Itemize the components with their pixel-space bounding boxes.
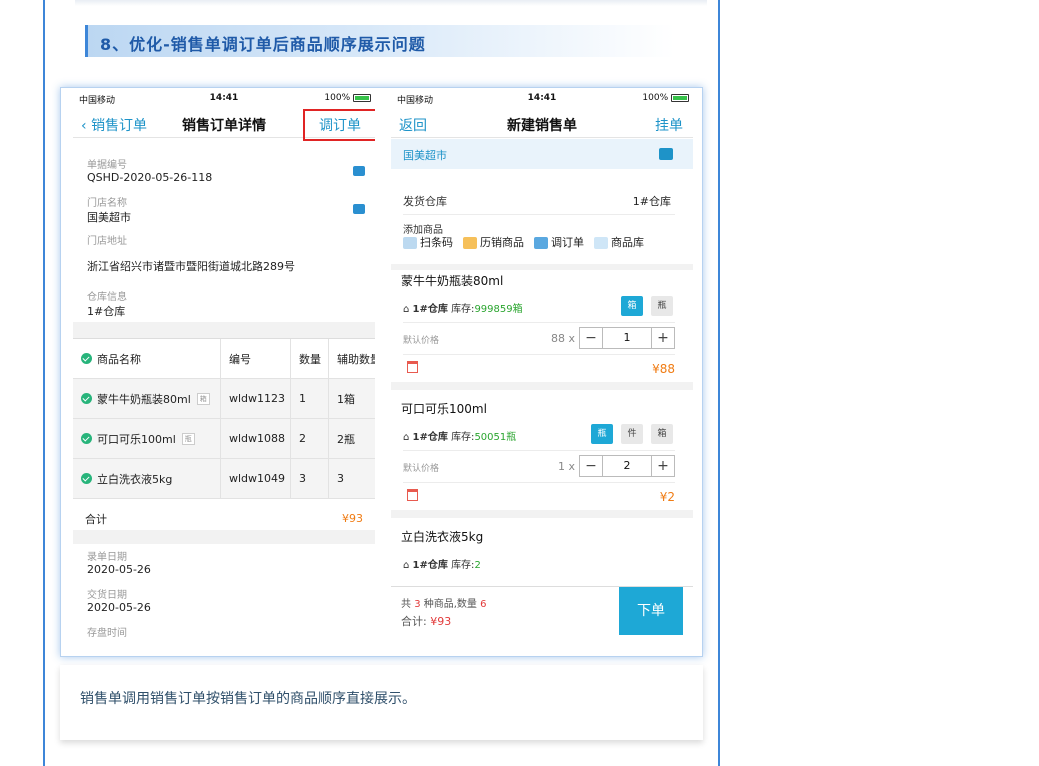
section-title: 8、优化-销售单调订单后商品顺序展示问题	[100, 35, 426, 54]
line-amount: ¥88	[652, 362, 675, 376]
divider	[403, 482, 675, 483]
summary-total: 合计: ¥93	[401, 615, 452, 628]
product-name: 蒙牛牛奶瓶装80ml	[401, 274, 504, 288]
ship-warehouse-value[interactable]: 1#仓库	[633, 193, 671, 209]
hold-order-button[interactable]: 挂单	[655, 115, 683, 135]
quantity-input[interactable]: 2	[603, 455, 651, 477]
section-divider	[391, 382, 693, 390]
divider	[403, 214, 675, 215]
check-icon	[81, 433, 92, 444]
top-divider	[75, 0, 707, 6]
barcode-icon	[403, 237, 417, 249]
table-row[interactable]: 蒙牛牛奶瓶装80ml 箱 wldw1123 1 1箱	[73, 379, 375, 419]
library-icon	[594, 237, 608, 249]
delete-icon[interactable]	[407, 489, 418, 501]
page-title: 新建销售单	[507, 118, 577, 134]
decrease-button[interactable]: −	[579, 455, 603, 477]
quantity-input[interactable]: 1	[603, 327, 651, 349]
nav-bar: ‹ 销售订单 销售订单详情 调订单	[73, 108, 375, 141]
history-icon	[463, 237, 477, 249]
product-stock: ⌂ 1#仓库 库存:999859箱	[403, 304, 523, 315]
doc-no-field: 单据编号 QSHD-2020-05-26-118	[87, 160, 213, 184]
section-divider	[73, 322, 375, 338]
check-icon	[81, 473, 92, 484]
address-value: 浙江省绍兴市诸暨市暨阳街道城北路289号	[87, 260, 295, 273]
unit-chip[interactable]: 箱	[651, 424, 673, 444]
caption-text: 销售单调用销售订单按销售订单的商品顺序直接展示。	[80, 691, 416, 707]
store-selector[interactable]: 国美超市	[391, 139, 693, 169]
unit-chip[interactable]: 箱	[621, 296, 643, 316]
delivery-date-field: 交货日期 2020-05-26	[87, 590, 151, 614]
check-icon	[81, 353, 92, 364]
decrease-button[interactable]: −	[579, 327, 603, 349]
line-amount: ¥2	[659, 490, 675, 504]
table-row[interactable]: 可口可乐100ml 瓶 wldw1088 2 2瓶	[73, 419, 375, 459]
store-icon	[659, 148, 673, 160]
battery-icon	[671, 93, 689, 102]
divider	[403, 354, 675, 355]
price-label: 默认价格	[403, 336, 440, 346]
unit-chip[interactable]: 瓶	[651, 296, 673, 316]
divider	[403, 450, 675, 451]
status-bar: 中国移动 14:41 100%	[391, 88, 693, 108]
product-stock: ⌂ 1#仓库 库存:50051瓶	[403, 432, 517, 443]
pick-order-button[interactable]: 调订单	[303, 109, 375, 141]
pick-order-tool-button[interactable]: 调订单	[534, 234, 584, 250]
delete-icon[interactable]	[407, 361, 418, 373]
section-title-bar: 8、优化-销售单调订单后商品顺序展示问题	[85, 25, 675, 57]
product-library-button[interactable]: 商品库	[594, 234, 644, 250]
entry-date-field: 录单日期 2020-05-26	[87, 552, 151, 576]
sales-history-button[interactable]: 历销商品	[463, 234, 524, 250]
divider	[403, 322, 675, 323]
check-icon	[81, 393, 92, 404]
order-footer: 共 3 种商品,数量 6 合计: ¥93 下单	[391, 586, 693, 635]
order-icon	[534, 237, 548, 249]
table-header: 商品名称 编号 数量 辅助数量	[73, 339, 375, 379]
store-icon[interactable]	[353, 204, 365, 214]
warehouse-field: 仓库信息 1#仓库	[87, 292, 127, 318]
unit-chip[interactable]: 件	[621, 424, 643, 444]
price-label: 默认价格	[403, 464, 440, 474]
add-product-tools: 扫条码 历销商品 调订单 商品库	[403, 234, 644, 250]
quantity-stepper: 88 x − 1 +	[551, 327, 675, 349]
submit-order-button[interactable]: 下单	[619, 587, 683, 635]
sales-order-detail-screen: 中国移动 14:41 100% ‹ 销售订单 销售订单详情 调订单 单据编号 Q…	[73, 88, 375, 656]
product-table: 商品名称 编号 数量 辅助数量 蒙牛牛奶瓶装80ml箱 wldw1123 1 1…	[73, 338, 375, 539]
table-row[interactable]: 立白洗衣液5kg wldw1049 3 3	[73, 459, 375, 499]
battery-icon	[353, 93, 371, 102]
increase-button[interactable]: +	[651, 455, 675, 477]
scan-barcode-button[interactable]: 扫条码	[403, 234, 453, 250]
status-bar: 中国移动 14:41 100%	[73, 88, 375, 108]
print-icon[interactable]	[353, 166, 365, 176]
product-stock: ⌂ 1#仓库 库存:2	[403, 560, 481, 571]
product-name: 可口可乐100ml	[401, 402, 487, 416]
nav-bar: 返回 新建销售单 挂单	[391, 108, 693, 138]
section-divider	[73, 530, 375, 544]
unit-chip[interactable]: 瓶	[591, 424, 613, 444]
address-label-field: 门店地址	[87, 236, 127, 247]
ship-warehouse-label: 发货仓库	[403, 195, 447, 208]
increase-button[interactable]: +	[651, 327, 675, 349]
screenshot-card: 中国移动 14:41 100% ‹ 销售订单 销售订单详情 调订单 单据编号 Q…	[60, 87, 703, 657]
battery-indicator: 100%	[324, 93, 371, 103]
quantity-stepper: 1 x − 2 +	[558, 455, 675, 477]
product-name: 立白洗衣液5kg	[401, 530, 484, 544]
battery-indicator: 100%	[642, 93, 689, 103]
section-divider	[391, 510, 693, 518]
summary-count: 共 3 种商品,数量 6	[401, 599, 487, 610]
new-sales-order-screen: 中国移动 14:41 100% 返回 新建销售单 挂单 国美超市 发货仓库 1#…	[391, 88, 693, 656]
section-divider	[391, 264, 693, 270]
stock-time-field: 存盘时间	[87, 628, 127, 639]
store-field: 门店名称 国美超市	[87, 198, 131, 224]
